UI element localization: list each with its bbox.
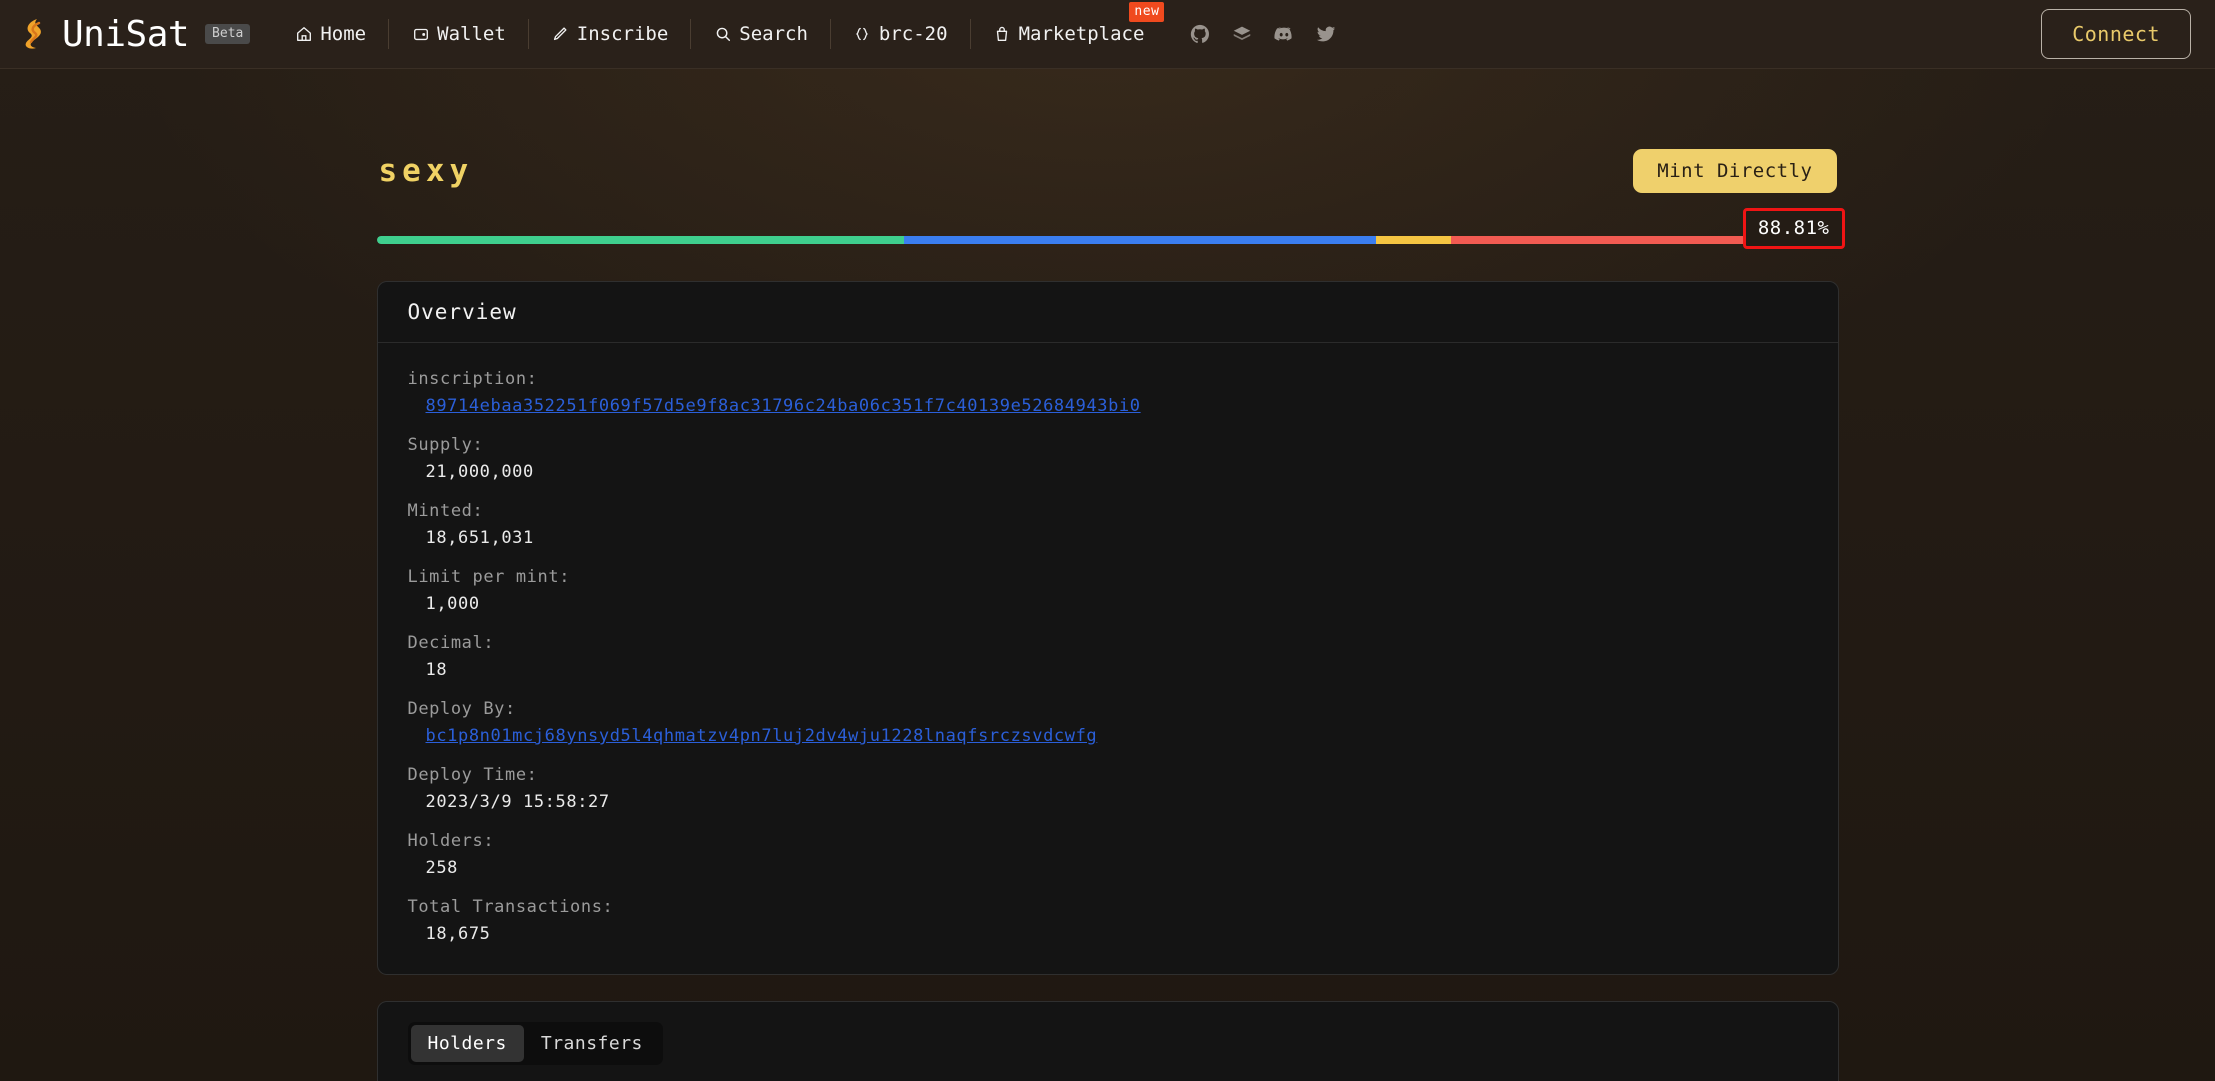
tab-holders[interactable]: Holders xyxy=(410,1025,524,1062)
overview-field: Holders: 258 xyxy=(408,831,1808,878)
social-links xyxy=(1188,22,1338,46)
progress-segment-green xyxy=(376,236,905,244)
nav-label-inscribe: Inscribe xyxy=(576,23,669,45)
token-header-row: sexy Mint Directly xyxy=(377,149,1839,193)
overview-field: Decimal: 18 xyxy=(408,633,1808,680)
discord-icon[interactable] xyxy=(1272,22,1296,46)
overview-fields: inscription: 89714ebaa352251f069f57d5e9f8… xyxy=(378,343,1838,974)
tab-group: Holders Transfers xyxy=(407,1022,663,1065)
overview-field: Minted: 18,651,031 xyxy=(408,501,1808,548)
nav-item-brc20[interactable]: brc-20 xyxy=(831,19,971,49)
nav-label-marketplace: Marketplace xyxy=(1018,23,1145,45)
overview-card-title: Overview xyxy=(377,282,1838,343)
overview-field-label: Decimal: xyxy=(407,633,495,653)
overview-field-label: Holders: xyxy=(407,831,495,851)
top-navigation-bar: UniSat Beta Home Wallet Inscribe Search … xyxy=(0,0,2215,69)
main-content: sexy Mint Directly 88.81% Overview inscr… xyxy=(0,69,2215,1081)
mint-progress-bar xyxy=(376,236,1819,244)
main-nav: Home Wallet Inscribe Search brc-20 Marke… xyxy=(282,2,1167,55)
overview-field-value: 21,000,000 xyxy=(425,462,534,482)
content-container: sexy Mint Directly 88.81% Overview inscr… xyxy=(376,69,1845,1081)
twitter-icon[interactable] xyxy=(1314,22,1338,46)
nav-item-home[interactable]: Home xyxy=(282,19,390,49)
tab-transfers[interactable]: Transfers xyxy=(524,1025,660,1062)
overview-field-label: Limit per mint: xyxy=(407,567,571,587)
overview-field-value: 18,675 xyxy=(425,924,491,944)
token-ticker-title: sexy xyxy=(378,153,474,189)
overview-field-label: Total Transactions: xyxy=(407,897,614,917)
overview-field-value: 18 xyxy=(425,660,448,680)
new-badge: new xyxy=(1129,2,1165,22)
overview-field-link[interactable]: 89714ebaa352251f069f57d5e9f8ac31796c24ba… xyxy=(408,396,1141,416)
overview-card: Overview inscription: 89714ebaa352251f069… xyxy=(376,281,1839,975)
progress-segment-yellow xyxy=(1375,236,1451,244)
overview-field-link[interactable]: bc1p8n01mcj68ynsyd5l4qhmatzv4pn7luj2dv4w… xyxy=(408,726,1098,746)
overview-field-value: 1,000 xyxy=(425,594,480,614)
overview-field-value: 18,651,031 xyxy=(425,528,534,548)
nav-label-brc20: brc-20 xyxy=(878,23,948,45)
search-icon xyxy=(713,25,732,44)
progress-segment-red xyxy=(1450,236,1756,244)
overview-field-value: 2023/3/9 15:58:27 xyxy=(425,792,610,812)
mint-progress-row: 88.81% xyxy=(376,208,1845,257)
overview-field: Limit per mint: 1,000 xyxy=(408,567,1808,614)
mint-progress-percent: 88.81% xyxy=(1742,208,1845,249)
overview-field-label: inscription: xyxy=(407,369,538,389)
mint-directly-button[interactable]: Mint Directly xyxy=(1633,149,1837,193)
overview-field-label: Supply: xyxy=(407,435,484,455)
overview-field-label: Minted: xyxy=(407,501,484,521)
nav-item-inscribe[interactable]: Inscribe xyxy=(529,19,692,49)
nav-label-search: Search xyxy=(739,23,808,45)
github-icon[interactable] xyxy=(1188,22,1212,46)
nav-item-marketplace[interactable]: Marketplace new xyxy=(971,2,1167,49)
holders-transfers-card: Holders Transfers xyxy=(376,1001,1839,1081)
nav-label-home: Home xyxy=(320,23,367,45)
braces-icon xyxy=(853,25,872,44)
overview-field-value: 258 xyxy=(425,858,459,878)
overview-field: Total Transactions: 18,675 xyxy=(408,897,1808,944)
overview-field: Deploy By: bc1p8n01mcj68ynsyd5l4qhmatzv4p… xyxy=(408,699,1808,746)
overview-field-label: Deploy Time: xyxy=(407,765,538,785)
overview-field-label: Deploy By: xyxy=(407,699,516,719)
connect-wallet-button[interactable]: Connect xyxy=(2041,9,2191,59)
home-icon xyxy=(294,25,313,44)
nav-label-wallet: Wallet xyxy=(437,23,506,45)
overview-field: Supply: 21,000,000 xyxy=(408,435,1808,482)
wallet-icon xyxy=(411,25,430,44)
brand-name: UniSat xyxy=(62,13,190,55)
brand-logo-link[interactable]: UniSat Beta xyxy=(18,13,251,55)
progress-segment-blue xyxy=(904,236,1376,244)
unisat-logo-icon xyxy=(18,16,52,52)
overview-field: inscription: 89714ebaa352251f069f57d5e9f8… xyxy=(408,369,1808,416)
bag-icon xyxy=(993,25,1012,44)
beta-badge: Beta xyxy=(205,24,251,44)
nav-item-wallet[interactable]: Wallet xyxy=(389,19,529,49)
nav-item-search[interactable]: Search xyxy=(691,19,831,49)
docs-book-icon[interactable] xyxy=(1230,22,1254,46)
overview-field: Deploy Time: 2023/3/9 15:58:27 xyxy=(408,765,1808,812)
pen-icon xyxy=(551,25,570,44)
